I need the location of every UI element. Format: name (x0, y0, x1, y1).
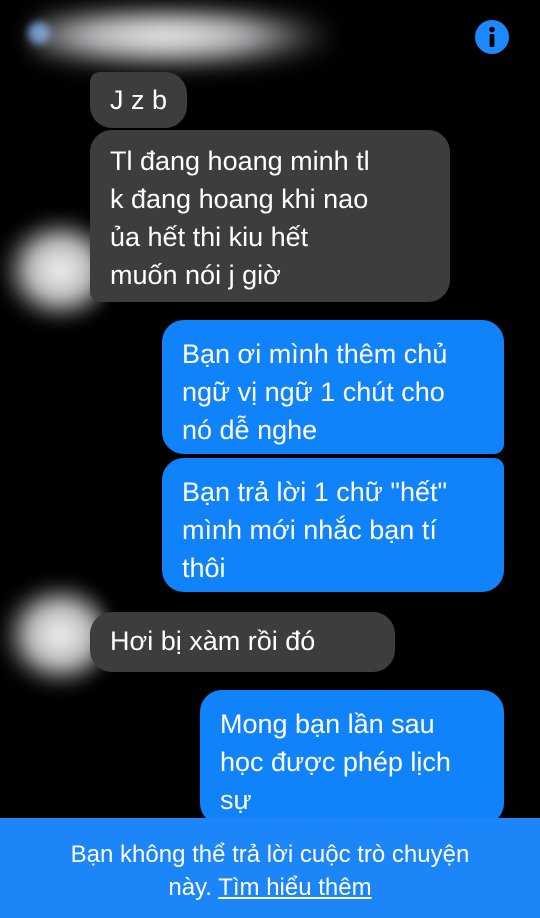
message-text-line: Mong bạn lần sau (220, 709, 435, 739)
message-text-line: sự (220, 785, 252, 815)
learn-more-link[interactable]: Tìm hiểu thêm (218, 874, 371, 901)
cannot-reply-text-line2: này. Tìm hiểu thêm (0, 871, 540, 904)
cannot-reply-text-prefix: này. (168, 874, 219, 901)
message-bubble-sent[interactable]: Bạn ơi mình thêm chủ ngữ vị ngữ 1 chút c… (162, 320, 504, 454)
message-text-line: Tl đang hoang minh tl (110, 146, 370, 176)
conversation-header (0, 0, 540, 80)
message-text-line: muốn nói j giờ (110, 260, 281, 290)
message-text-line: học được phép lịch (220, 747, 451, 777)
message-text-line: ngữ vị ngữ 1 chút cho (182, 377, 445, 407)
message-bubble-received[interactable]: J z b (90, 72, 188, 128)
message-bubble-received[interactable]: Hơi bị xàm rồi đó (90, 612, 395, 672)
cannot-reply-banner: Bạn không thể trả lời cuộc trò chuyện nà… (0, 818, 540, 918)
message-text-line: Hơi bị xàm rồi đó (110, 626, 316, 656)
message-text-line: ủa hết thi kiu hết (110, 222, 309, 252)
message-bubble-received[interactable]: Tl đang hoang minh tl k đang hoang khi n… (90, 130, 450, 302)
message-text-line: Bạn ơi mình thêm chủ (182, 339, 448, 369)
message-text-line: nó dễ nghe (182, 415, 318, 445)
message-text-line: J z b (110, 85, 168, 115)
cannot-reply-text: Bạn không thể trả lời cuộc trò chuyện (70, 841, 470, 868)
info-icon[interactable] (475, 20, 509, 54)
message-text-line: mình mới nhắc bạn tí (182, 515, 437, 545)
message-bubble-sent[interactable]: Bạn trả lời 1 chữ "hết" mình mới nhắc bạ… (162, 458, 504, 592)
message-text-line: Bạn trả lời 1 chữ "hết" (182, 477, 448, 507)
message-text-line: k đang hoang khi nao (110, 184, 369, 214)
message-text-line: thôi (182, 553, 226, 583)
contact-name-redacted[interactable] (30, 8, 330, 70)
message-bubble-sent[interactable]: Mong bạn lần sau học được phép lịch sự (200, 690, 504, 825)
